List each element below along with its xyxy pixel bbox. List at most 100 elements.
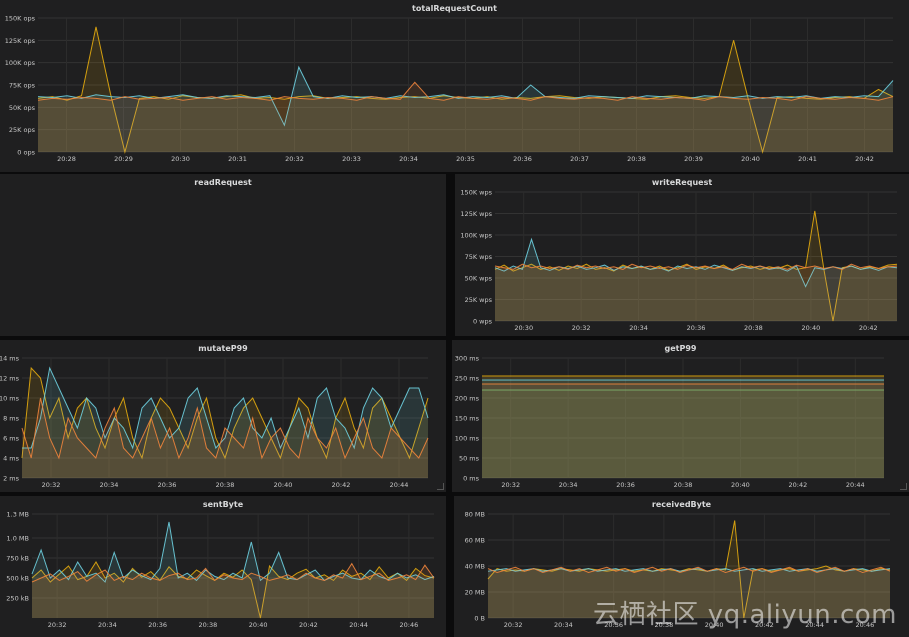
y-tick-label: 25K wps (465, 296, 493, 304)
panel-title[interactable]: mutateP99 (0, 344, 446, 353)
x-tick-label: 20:42 (855, 155, 874, 163)
x-tick-label: 20:40 (731, 481, 750, 489)
y-tick-label: 25K ops (9, 126, 36, 134)
x-tick-label: 20:30 (514, 324, 533, 332)
resize-handle[interactable] (900, 483, 907, 490)
panel-totalRequestCount[interactable]: 0 ops 25K ops 50K ops 75K ops 100K ops 125K o… (0, 0, 909, 172)
x-tick-label: 20:38 (744, 324, 763, 332)
x-tick-label: 20:44 (349, 621, 368, 629)
panel-mutateP99[interactable]: 2 ms 4 ms 6 ms 8 ms 10 ms 12 ms 14 ms 20:32 20:3… (0, 340, 446, 492)
y-tick-label: 750 kB (6, 555, 29, 563)
x-tick-label: 20:42 (299, 621, 318, 629)
chart-svg-writeRequest: 0 wps 25K wps 50K wps 75K wps 100K wps 125K w… (460, 189, 898, 332)
y-tick-label: 100 ms (455, 435, 480, 443)
x-tick-label: 20:36 (687, 324, 706, 332)
x-tick-label: 20:32 (501, 481, 520, 489)
y-tick-label: 250 ms (455, 375, 480, 383)
panel-readRequest[interactable]: 0 rps500 rps1.0K rps1.5K rps2.0K rps2.5K… (0, 174, 446, 336)
x-tick-label: 20:42 (332, 481, 351, 489)
x-tick-label: 20:34 (98, 621, 117, 629)
y-tick-label: 0 ms (463, 475, 480, 483)
x-tick-label: 20:29 (114, 155, 133, 163)
x-tick-label: 20:40 (801, 324, 820, 332)
x-tick-label: 20:38 (216, 481, 235, 489)
y-tick-label: 60 MB (465, 537, 485, 545)
y-tick-label: 300 ms (455, 355, 480, 363)
y-tick-label: 12 ms (0, 375, 20, 383)
x-tick-label: 20:41 (798, 155, 817, 163)
x-tick-label: 20:36 (148, 621, 167, 629)
panel-title[interactable]: totalRequestCount (0, 4, 909, 13)
y-tick-label: 75K wps (465, 253, 493, 261)
y-tick-label: 1.0 MB (7, 535, 29, 543)
chart-svg-totalRequestCount: 0 ops 25K ops 50K ops 75K ops 100K ops 125K o… (5, 15, 894, 163)
y-tick-label: 14 ms (0, 355, 20, 363)
chart-svg-getP99: 0 ms 50 ms 100 ms 150 ms 200 ms 250 ms 300 ms 2… (455, 355, 884, 489)
y-tick-label: 50K ops (9, 104, 36, 112)
y-tick-label: 250 kB (6, 595, 29, 603)
x-tick-label: 20:35 (456, 155, 475, 163)
panel-writeRequest[interactable]: 0 wps 25K wps 50K wps 75K wps 100K wps 125K w… (455, 174, 909, 336)
y-tick-label: 100K wps (460, 232, 492, 240)
y-tick-label: 10 ms (0, 395, 20, 403)
x-tick-label: 20:33 (342, 155, 361, 163)
series-area-3 (482, 390, 884, 478)
x-tick-label: 20:32 (42, 481, 61, 489)
y-tick-label: 0 ops (17, 149, 35, 157)
x-tick-label: 20:44 (846, 481, 865, 489)
y-tick-label: 2 ms (3, 475, 20, 483)
x-tick-label: 20:34 (100, 481, 119, 489)
y-tick-label: 200 ms (455, 395, 480, 403)
x-tick-label: 20:40 (249, 621, 268, 629)
y-tick-label: 40 MB (465, 563, 485, 571)
y-tick-label: 0 B (474, 615, 485, 623)
panel-title[interactable]: writeRequest (455, 178, 909, 187)
watermark: 云栖社区 yq.aliyun.com (593, 600, 897, 630)
y-tick-label: 1.3 MB (7, 511, 29, 519)
y-tick-label: 8 ms (3, 415, 20, 423)
x-tick-label: 20:34 (629, 324, 648, 332)
x-tick-label: 20:38 (199, 621, 218, 629)
x-tick-label: 20:31 (228, 155, 247, 163)
panel-getP99[interactable]: 0 ms 50 ms 100 ms 150 ms 200 ms 250 ms 300 ms 2… (452, 340, 909, 492)
resize-handle[interactable] (437, 483, 444, 490)
chart-svg-mutateP99: 2 ms 4 ms 6 ms 8 ms 10 ms 12 ms 14 ms 20:32 20:3… (0, 355, 429, 489)
panel-title[interactable]: sentByte (0, 500, 446, 509)
x-tick-label: 20:34 (399, 155, 418, 163)
y-tick-label: 125K wps (460, 210, 492, 218)
y-tick-label: 50 ms (459, 455, 480, 463)
x-tick-label: 20:32 (48, 621, 67, 629)
panel-sentByte[interactable]: 250 kB 500 kB 750 kB 1.0 MB 1.3 MB 20:32 20:34… (0, 496, 446, 637)
chart-svg-sentByte: 250 kB 500 kB 750 kB 1.0 MB 1.3 MB 20:32 20:34… (6, 511, 435, 629)
y-tick-label: 50K wps (465, 275, 493, 283)
series-area-2 (495, 264, 897, 321)
x-tick-label: 20:42 (859, 324, 878, 332)
y-tick-label: 20 MB (465, 589, 485, 597)
x-tick-label: 20:37 (570, 155, 589, 163)
y-tick-label: 150K ops (5, 15, 36, 23)
y-tick-label: 100K ops (5, 59, 36, 67)
panel-title[interactable]: readRequest (0, 178, 446, 187)
y-tick-label: 0 wps (473, 318, 493, 326)
x-tick-label: 20:44 (390, 481, 409, 489)
x-tick-label: 20:34 (559, 481, 578, 489)
y-tick-label: 125K ops (5, 37, 36, 45)
x-tick-label: 20:34 (554, 621, 573, 629)
x-tick-label: 20:42 (788, 481, 807, 489)
chart-svg-readRequest: 0 rps500 rps1.0K rps1.5K rps2.0K rps2.5K… (0, 174, 446, 336)
x-tick-label: 20:32 (572, 324, 591, 332)
x-tick-label: 20:38 (627, 155, 646, 163)
x-tick-label: 20:32 (285, 155, 304, 163)
panel-title[interactable]: getP99 (452, 344, 909, 353)
x-tick-label: 20:28 (57, 155, 76, 163)
y-tick-label: 80 MB (465, 511, 485, 519)
x-tick-label: 20:36 (513, 155, 532, 163)
x-tick-label: 20:36 (158, 481, 177, 489)
x-tick-label: 20:40 (741, 155, 760, 163)
x-tick-label: 20:39 (684, 155, 703, 163)
x-tick-label: 20:46 (400, 621, 419, 629)
x-tick-label: 20:30 (171, 155, 190, 163)
x-tick-label: 20:36 (616, 481, 635, 489)
y-tick-label: 150K wps (460, 189, 492, 197)
panel-title[interactable]: receivedByte (454, 500, 909, 509)
